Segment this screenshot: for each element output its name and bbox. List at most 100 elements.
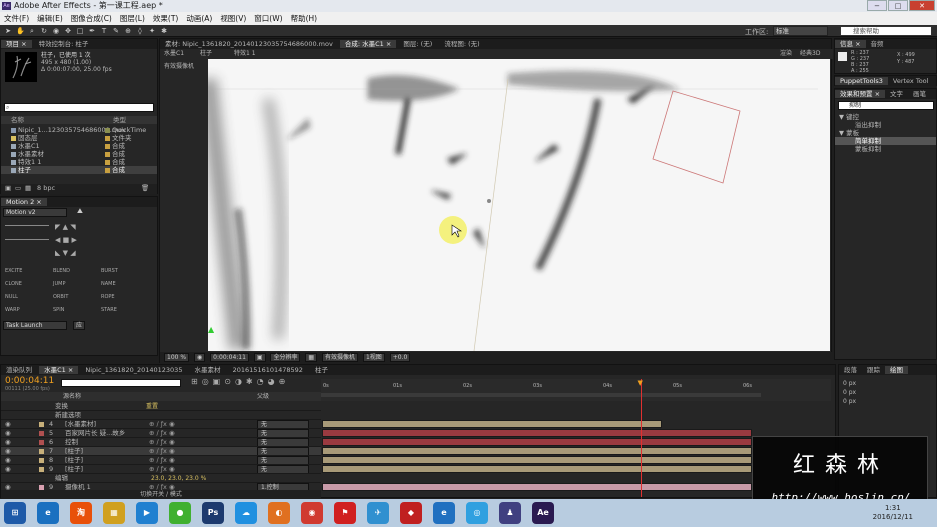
work-area-bar[interactable] <box>321 393 761 397</box>
task-apply-button[interactable]: 应 <box>73 321 86 330</box>
motion-slider-1[interactable] <box>5 225 49 229</box>
layer-switches[interactable]: ⊕ ∕ ƒx ◉ <box>149 465 175 473</box>
type-tool-icon[interactable]: T <box>100 27 108 35</box>
layer-switches[interactable]: ⊕ ∕ ƒx ◉ <box>149 447 175 455</box>
taskbar-app-icon[interactable]: 淘 <box>70 502 92 524</box>
indent-right[interactable]: 0 px <box>843 388 856 397</box>
indent-first[interactable]: 0 px <box>843 397 856 406</box>
layer-property-row[interactable]: 变换 <box>1 402 321 411</box>
tree-item-selected[interactable]: 简单抑制 <box>835 137 936 145</box>
task-launch-select[interactable]: Task Launch <box>3 321 67 330</box>
motion-slider-2[interactable] <box>5 239 49 243</box>
clone-stamp-tool-icon[interactable]: ⊕ <box>124 27 132 35</box>
zoom-select[interactable]: 100 % <box>164 353 190 362</box>
layer-row[interactable]: ◉ 9 [柱子] ⊕ ∕ ƒx ◉ 无 <box>1 465 321 474</box>
project-item[interactable]: 固态层 文件夹 <box>1 134 157 142</box>
tab-tracker[interactable]: 跟踪 <box>862 366 885 374</box>
camera-tool-icon[interactable]: ◉ <box>52 27 60 35</box>
layer-duration-bar[interactable] <box>322 465 752 473</box>
layer-row[interactable]: ◉ 6 控制 ⊕ ∕ ƒx ◉ 无 <box>1 438 321 447</box>
menu-help[interactable]: 帮助(H) <box>287 12 322 25</box>
taskbar-app-icon[interactable]: ⊞ <box>4 502 26 524</box>
layer-switches[interactable]: ⊕ ∕ ƒx ◉ <box>149 429 175 437</box>
playhead-handle-icon[interactable]: ▼ <box>638 379 643 387</box>
camera-icon[interactable]: ▣ <box>253 353 266 362</box>
renderer-value[interactable]: 经典3D <box>800 49 820 59</box>
menu-layer[interactable]: 图层(L) <box>116 12 149 25</box>
project-item[interactable]: Nipic_1...123035754686000.mov QuickTime <box>1 126 157 134</box>
layer-name[interactable]: [柱子] <box>65 447 83 455</box>
exposure-value[interactable]: +0.0 <box>389 353 411 362</box>
col-source[interactable]: 源名称 <box>63 392 81 401</box>
switch-mode-toggle[interactable]: 切换开关 / 模式 <box>1 490 321 499</box>
tab-nipic[interactable]: Nipic_1361820_20140123035 <box>80 366 187 374</box>
visibility-eye-icon[interactable]: ◉ <box>5 420 11 428</box>
time-ruler[interactable]: 0s 01s 02s 03s 04s 05s 06s <box>321 379 831 401</box>
puppet-pin-tool-icon[interactable]: ✱ <box>160 27 168 35</box>
tab-audio[interactable]: 音频 <box>866 40 889 48</box>
layer-name[interactable]: [柱子] <box>65 465 83 473</box>
tab-ink-material[interactable]: 水墨素材 <box>190 366 226 374</box>
selection-tool-icon[interactable]: ➤ <box>4 27 12 35</box>
tab-vertex-tool[interactable]: Vertex Tool <box>888 77 934 85</box>
help-search-input[interactable]: 搜索帮助 <box>840 26 932 36</box>
roto-brush-tool-icon[interactable]: ✦ <box>148 27 156 35</box>
layer-name[interactable]: 控制 <box>65 438 78 446</box>
timeline-switch-icons[interactable]: ⊞◎▣⊙◑✱◔◕⊕ <box>191 377 289 386</box>
view-layout-select[interactable]: 1视图 <box>362 353 385 362</box>
menu-composition[interactable]: 图像合成(C) <box>67 12 116 25</box>
project-item[interactable]: 水墨素材 合成 <box>1 150 157 158</box>
visibility-eye-icon[interactable]: ◉ <box>5 429 11 437</box>
hand-tool-icon[interactable]: ✋ <box>16 27 25 35</box>
layer-property-row[interactable]: 新建选项 <box>1 411 321 420</box>
taskbar-app-icon[interactable]: ◆ <box>400 502 422 524</box>
taskbar-app-icon[interactable]: ♟ <box>499 502 521 524</box>
rect-mask-tool-icon[interactable]: □ <box>76 27 84 35</box>
scale-value[interactable]: 23.0, 23.0, 23.0 % <box>151 474 206 483</box>
menu-window[interactable]: 窗口(W) <box>250 12 286 25</box>
playhead[interactable]: ▼ <box>638 379 643 497</box>
taskbar-app-icon[interactable]: Ps <box>202 502 224 524</box>
action-burst[interactable]: BURST <box>101 265 149 278</box>
bit-depth[interactable]: 8 bpc <box>37 184 55 192</box>
view-select[interactable]: 有效摄像机 <box>322 353 359 362</box>
taskbar-app-icon[interactable]: Ae <box>532 502 554 524</box>
col-type[interactable]: 类型 <box>113 116 126 124</box>
tab-motion[interactable]: Motion 2 × <box>1 198 47 206</box>
indent-left[interactable]: 0 px <box>843 379 856 388</box>
tab-layer[interactable]: 图层: (无) <box>398 40 437 48</box>
timecode-display[interactable]: 0:00:04:11 <box>210 353 249 362</box>
taskbar-app-icon[interactable]: ◎ <box>466 502 488 524</box>
project-item[interactable]: 柱子 合成 <box>1 166 157 174</box>
layer-row[interactable]: ◉ 7 [柱子] ⊕ ∕ ƒx ◉ 无 <box>1 447 321 456</box>
new-comp-icon[interactable]: ▦ <box>25 184 31 192</box>
breadcrumb-comp[interactable]: 水墨C1 <box>164 49 184 59</box>
col-name[interactable]: 名称 <box>11 116 24 124</box>
pan-behind-tool-icon[interactable]: ✥ <box>64 27 72 35</box>
rotate-tool-icon[interactable]: ↻ <box>40 27 48 35</box>
layer-label-color[interactable] <box>39 458 44 463</box>
layer-label-color[interactable] <box>39 449 44 454</box>
tab-brushes[interactable]: 画笔 <box>908 90 931 98</box>
tab-footage[interactable]: 素材: Nipic_1361820_20140123035754686000.m… <box>160 40 338 48</box>
action-spin[interactable]: SPIN <box>53 304 101 317</box>
layer-label-color[interactable] <box>39 467 44 472</box>
layer-switches[interactable]: ⊕ ∕ ƒx ◉ <box>149 456 175 464</box>
tree-item[interactable]: 溢出抑制 <box>835 121 936 129</box>
visibility-eye-icon[interactable]: ◉ <box>5 456 11 464</box>
layer-name[interactable]: 百家网片长 疑...故乡 <box>65 429 125 437</box>
action-jump[interactable]: JUMP <box>53 278 101 291</box>
action-excite[interactable]: EXCITE <box>5 265 53 278</box>
close-button[interactable]: ✕ <box>909 0 935 11</box>
layer-label-color[interactable] <box>39 431 44 436</box>
timeline-timecode[interactable]: 0:00:04:11 <box>5 376 54 386</box>
interpret-footage-icon[interactable]: ▣ <box>5 184 11 192</box>
resolution-select[interactable]: 全分辨率 <box>270 353 301 362</box>
layer-name[interactable]: [水墨素材] <box>65 420 96 428</box>
layer-name[interactable]: 新建选项 <box>55 411 81 419</box>
col-parent[interactable]: 父级 <box>257 392 269 401</box>
project-search-input[interactable]: ⌕ <box>4 103 154 112</box>
action-null[interactable]: NULL <box>5 291 53 304</box>
action-warp[interactable]: WARP <box>5 304 53 317</box>
parent-select[interactable]: 无 <box>257 438 309 446</box>
